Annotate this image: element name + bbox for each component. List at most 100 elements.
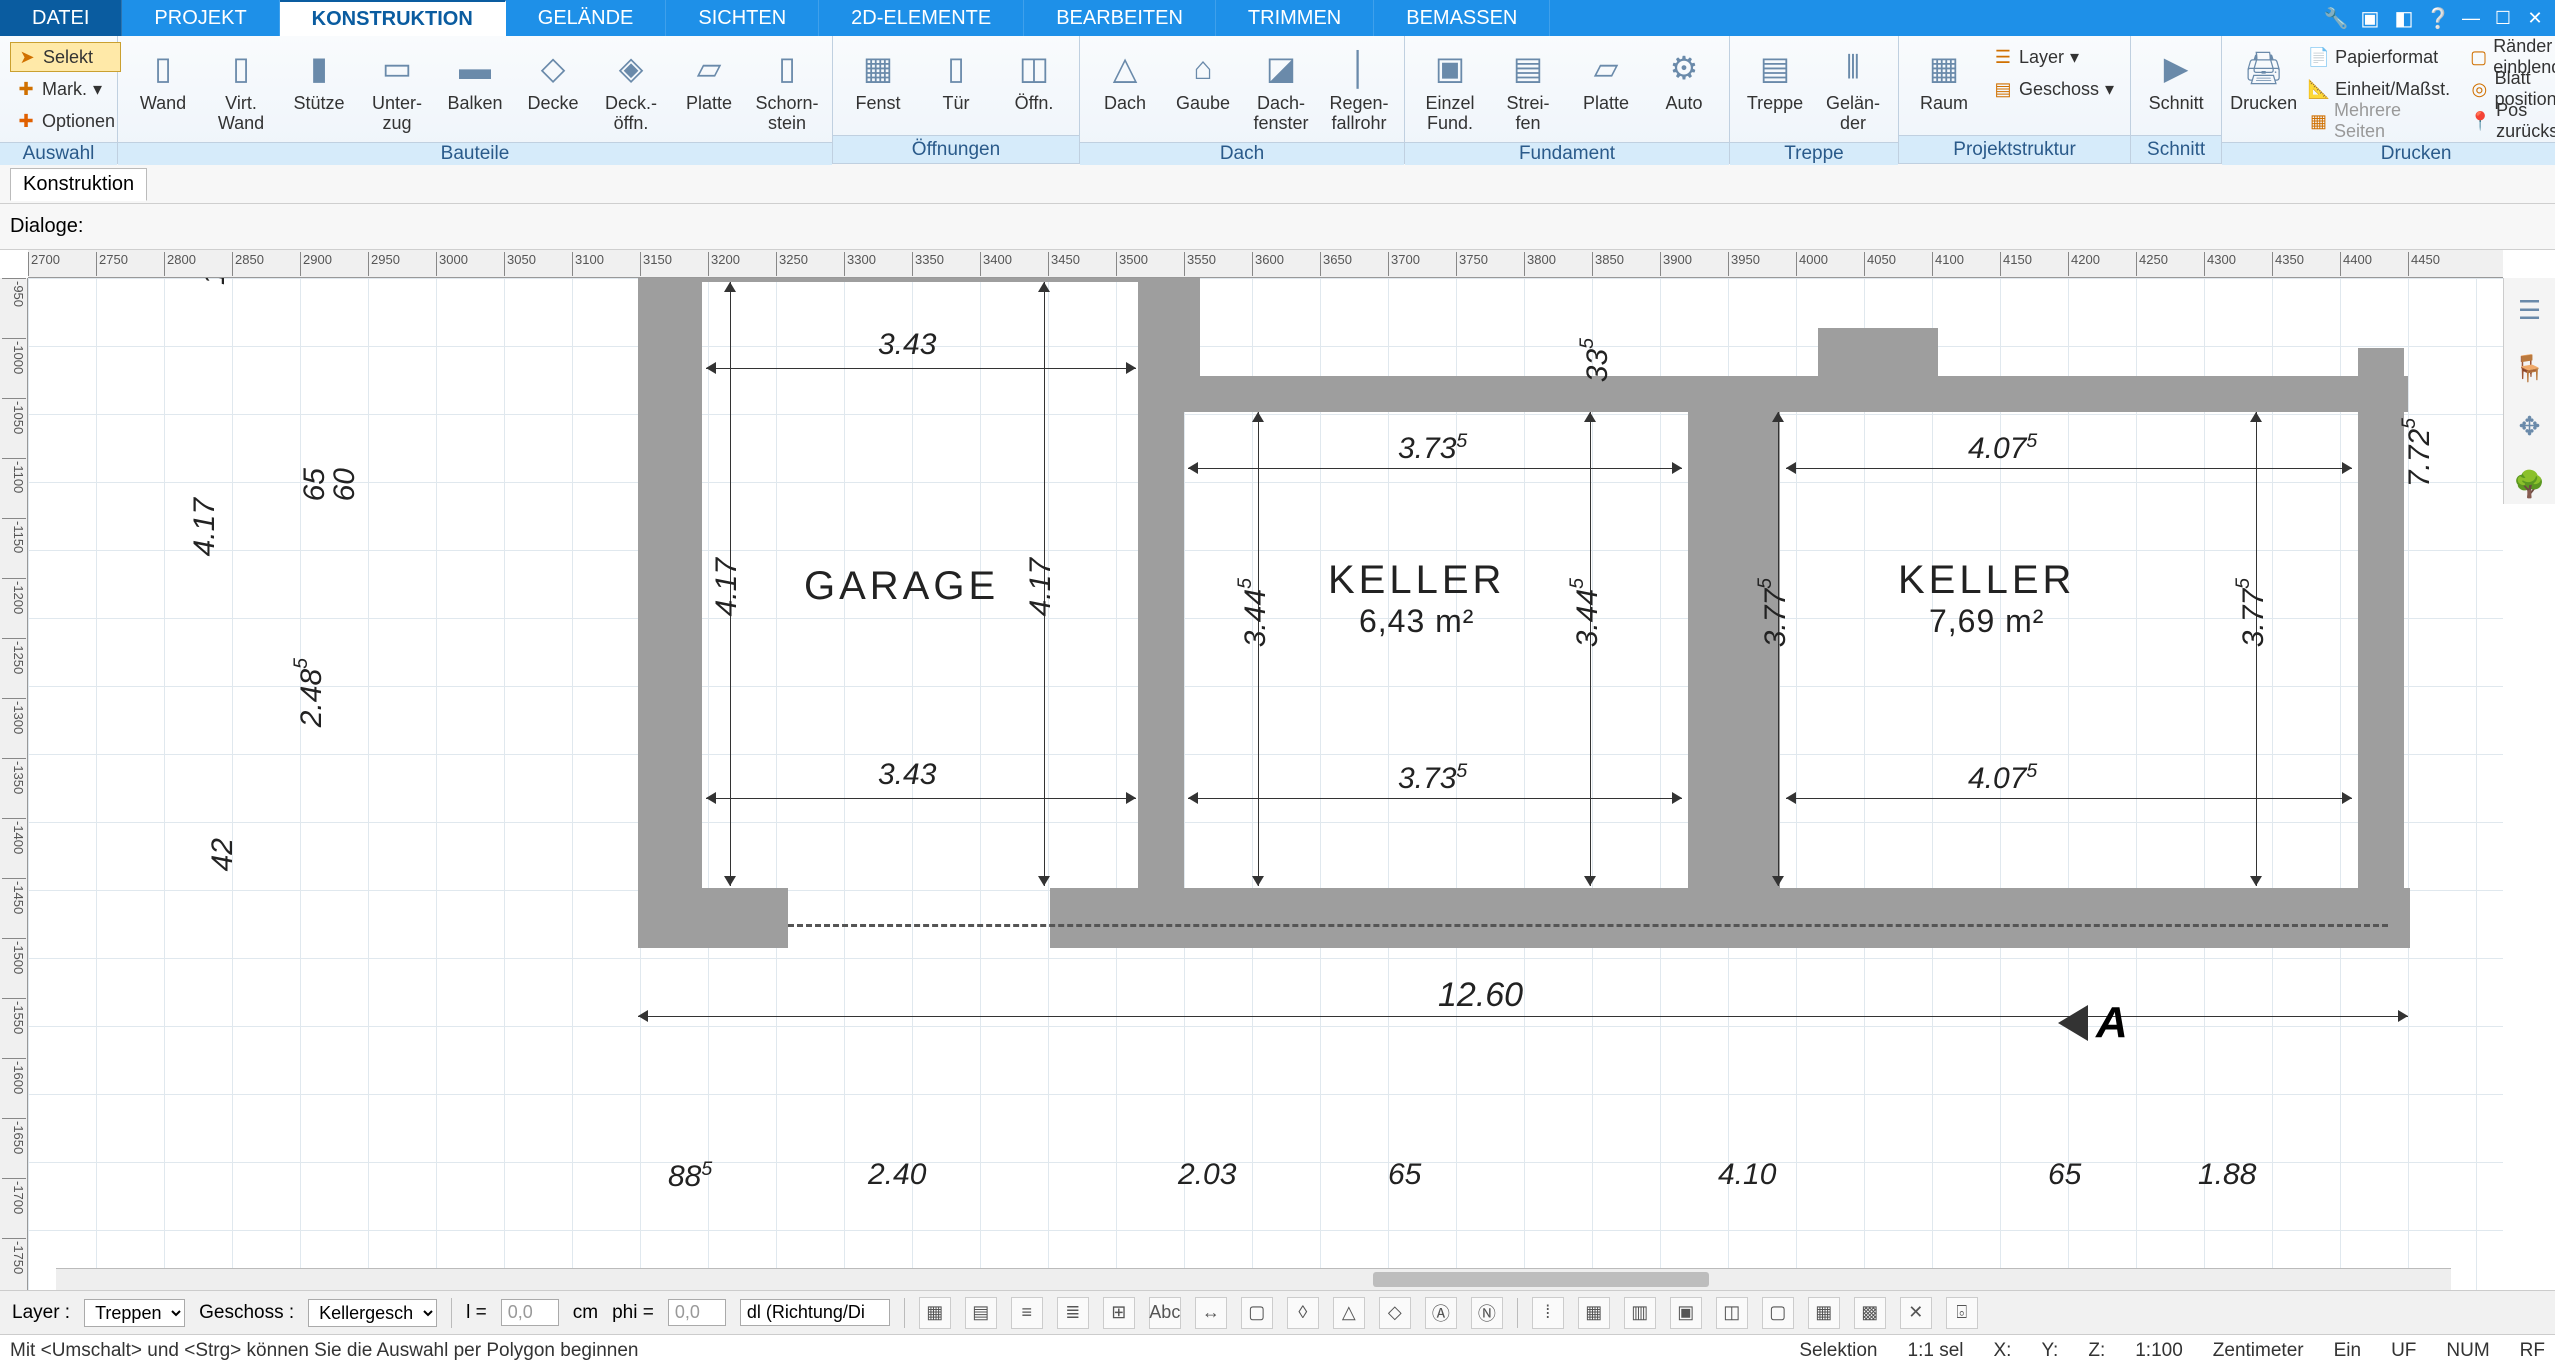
opt-icon[interactable]: ▩ [1854,1297,1886,1329]
tool-icon: ▦ [854,44,902,92]
opt-icon[interactable]: ▥ [1624,1297,1656,1329]
tool-platte[interactable]: ▱Platte [670,40,748,118]
layer-dropdown[interactable]: ☰Layer ▾ [1987,42,2120,72]
opt-icon[interactable]: ▤ [965,1297,997,1329]
menu-tab-bemassen[interactable]: BEMASSEN [1374,0,1550,36]
dim-203: 2.03 [1178,1158,1236,1192]
side-layers-icon[interactable]: ☰ [2510,290,2550,330]
phi-input[interactable] [668,1299,726,1326]
mehrere-seiten-button[interactable]: ▦Mehrere Seiten [2303,106,2456,136]
opt-icon[interactable]: ◊ [1287,1297,1319,1329]
subtab-konstruktion[interactable]: Konstruktion [10,168,147,201]
maximize-button[interactable]: ☐ [2489,4,2517,32]
tool-gelnder[interactable]: ⫴Gelän- der [1814,40,1892,138]
papierformat-button[interactable]: 📄Papierformat [2303,42,2456,72]
dir-input[interactable] [740,1299,890,1326]
tool-tr[interactable]: ▯Tür [917,40,995,118]
drucken-button[interactable]: 🖨Drucken [2228,40,2299,118]
schnitt-button[interactable]: ▶Schnitt [2137,40,2215,118]
tool-balken[interactable]: ▬Balken [436,40,514,118]
minimize-button[interactable]: — [2457,4,2485,32]
l-input[interactable] [501,1299,559,1326]
tool-icon: ◈ [607,44,655,92]
menu-tab-gelaende[interactable]: GELÄNDE [506,0,667,36]
opt-icon[interactable]: ≡ [1011,1297,1043,1329]
tool-wand[interactable]: ▯Wand [124,40,202,118]
tool-treppe[interactable]: ▤Treppe [1736,40,1814,118]
opt-icon[interactable]: ◫ [1716,1297,1748,1329]
tool-schornstein[interactable]: ▯Schorn- stein [748,40,826,138]
side-nav-icon[interactable]: ✥ [2510,406,2550,446]
plus-icon: ✚ [16,111,36,131]
tool-icon[interactable]: 🔧 [2321,3,2351,33]
tool-unterzug[interactable]: ▭Unter- zug [358,40,436,138]
menu-tab-trimmen[interactable]: TRIMMEN [1216,0,1374,36]
optionen-button[interactable]: ✚Optionen [10,106,121,136]
menu-tab-konstruktion[interactable]: KONSTRUKTION [280,0,506,36]
raum-button[interactable]: ▦Raum [1905,40,1983,118]
tool-platte[interactable]: ▱Platte [1567,40,1645,118]
menu-tab-bearbeiten[interactable]: BEARBEITEN [1024,0,1216,36]
tool-icon[interactable]: ◧ [2389,3,2419,33]
pin-icon: 📍 [2470,111,2490,131]
opt-icon[interactable]: ▢ [1762,1297,1794,1329]
opt-icon[interactable]: Ⓝ [1471,1297,1503,1329]
opt-icon[interactable]: ▢ [1241,1297,1273,1329]
selekt-button[interactable]: ➤Selekt [10,42,121,72]
dim-line [1590,412,1591,886]
tool-streifen[interactable]: ▤Strei- fen [1489,40,1567,138]
opt-icon[interactable]: ▦ [1808,1297,1840,1329]
pos-button[interactable]: 📍Pos zurücksetz. [2464,106,2555,136]
tool-regenfallrohr[interactable]: │Regen- fallrohr [1320,40,1398,138]
dim-188: 1.88 [2198,1158,2256,1192]
opt-icon[interactable]: ▣ [1670,1297,1702,1329]
opt-icon[interactable]: ≣ [1057,1297,1089,1329]
opt-icon[interactable]: ▦ [919,1297,951,1329]
close-button[interactable]: ✕ [2521,4,2549,32]
page-icon: 📄 [2309,47,2329,67]
drawing-canvas[interactable]: GARAGE KELLER 6,43 m² KELLER 7,69 m² 3.4… [28,278,2503,1290]
menu-tab-2delemente[interactable]: 2D-ELEMENTE [819,0,1024,36]
horizontal-scrollbar[interactable] [56,1268,2451,1290]
opt-icon[interactable]: ↔ [1195,1297,1227,1329]
opt-icon[interactable]: △ [1333,1297,1365,1329]
tool-ffn[interactable]: ◫Öffn. [995,40,1073,118]
tool-fenst[interactable]: ▦Fenst [839,40,917,118]
dim-3445-r: 3.445 [1566,578,1605,647]
opt-icon[interactable]: ◇ [1379,1297,1411,1329]
opt-icon[interactable]: ⊞ [1103,1297,1135,1329]
menu-tab-sichten[interactable]: SICHTEN [666,0,819,36]
opt-icon[interactable]: Abc [1149,1297,1181,1329]
tool-decke[interactable]: ◇Decke [514,40,592,118]
tool-deckffn[interactable]: ◈Deck.- öffn. [592,40,670,138]
tool-dach[interactable]: △Dach [1086,40,1164,118]
ruler-horizontal[interactable]: 2700275028002850290029503000305031003150… [28,250,2503,278]
opt-icon[interactable]: ▦ [1578,1297,1610,1329]
menu-file[interactable]: DATEI [0,0,122,36]
tool-icon: ⚙ [1660,44,1708,92]
ruler-vertical[interactable]: -950-1000-1050-1100-1150-1200-1250-1300-… [0,278,28,1290]
dim-4075-bot: 4.075 [1968,760,2037,796]
tool-sttze[interactable]: ▮Stütze [280,40,358,118]
dim-3735-top: 3.735 [1398,430,1467,466]
side-tree-icon[interactable]: 🌳 [2510,464,2550,504]
layer-select[interactable]: Treppen [84,1299,185,1327]
opt-icon[interactable]: Ⓐ [1425,1297,1457,1329]
dim-417-ext: 4.17 [188,498,222,556]
layer-label: Layer : [12,1302,70,1324]
side-chair-icon[interactable]: 🪑 [2510,348,2550,388]
geschoss-select[interactable]: Kellergesch [308,1299,437,1327]
tool-auto[interactable]: ⚙Auto [1645,40,1723,118]
opt-icon[interactable]: ⁞ [1532,1297,1564,1329]
mark-button[interactable]: ✚Mark. ▾ [10,74,121,104]
tool-icon[interactable]: ▣ [2355,3,2385,33]
help-icon[interactable]: ❔ [2423,3,2453,33]
geschoss-dropdown[interactable]: ▤Geschoss ▾ [1987,74,2120,104]
opt-icon[interactable]: ⌻ [1946,1297,1978,1329]
menu-tab-projekt[interactable]: PROJEKT [122,0,279,36]
tool-einzelfund[interactable]: ▣Einzel Fund. [1411,40,1489,138]
tool-virtwand[interactable]: ▯Virt. Wand [202,40,280,138]
tool-dachfenster[interactable]: ◪Dach- fenster [1242,40,1320,138]
tool-gaube[interactable]: ⌂Gaube [1164,40,1242,118]
opt-icon[interactable]: ✕ [1900,1297,1932,1329]
